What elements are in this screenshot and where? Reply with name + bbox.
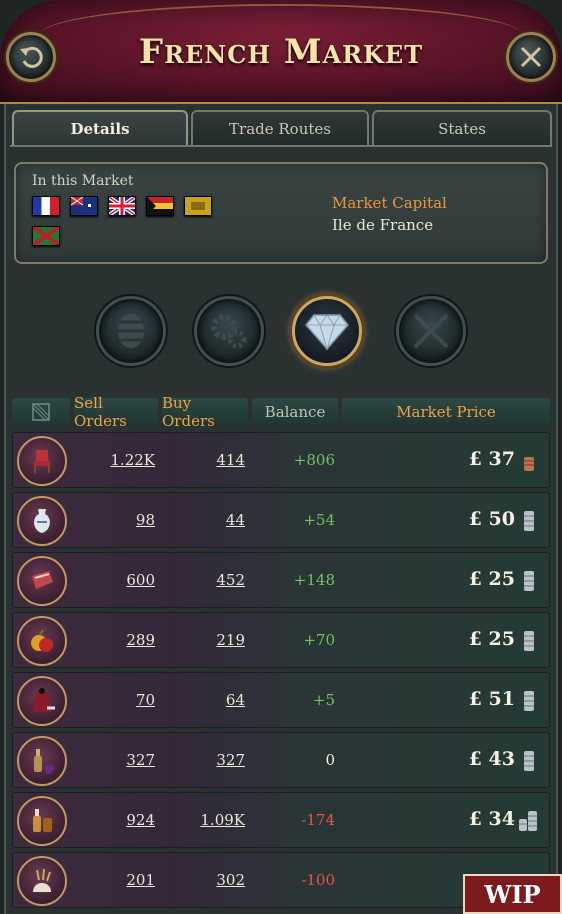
- flag-gold[interactable]: [184, 196, 212, 216]
- buy-orders-value[interactable]: 452: [163, 571, 245, 589]
- goods-row[interactable]: 98 44 +54 £ 50: [12, 492, 550, 548]
- coin-stack-icon: [524, 511, 534, 531]
- back-arrow-icon: [20, 46, 43, 68]
- market-price-value: £ 37: [468, 448, 515, 470]
- balance-value: 0: [325, 751, 335, 769]
- buy-orders-value[interactable]: 327: [163, 751, 245, 769]
- buy-orders-value[interactable]: 1.09K: [163, 811, 245, 829]
- porcelain-icon: [17, 496, 67, 546]
- buy-orders-value[interactable]: 302: [163, 871, 245, 889]
- balance-value: +5: [312, 691, 335, 709]
- goods-row[interactable]: 924 1.09K -174 £ 34: [12, 792, 550, 848]
- market-price-value: £ 34: [468, 808, 515, 830]
- furniture-icon: [17, 436, 67, 486]
- market-info-box: In this Market Market Capital Ile de Fra…: [14, 162, 548, 264]
- tab-states[interactable]: States: [372, 110, 552, 146]
- page-title: French Market: [138, 32, 424, 72]
- coin-stack-icon: [524, 751, 534, 771]
- market-capital-label: Market Capital: [332, 194, 447, 212]
- balance-value: -100: [301, 871, 335, 889]
- category-industrial-button[interactable]: [194, 296, 264, 366]
- buy-orders-value[interactable]: 44: [163, 511, 245, 529]
- tab-bar: Details Trade Routes States: [12, 110, 552, 146]
- meat-icon: [17, 556, 67, 606]
- market-price-value: £ 25: [468, 568, 515, 590]
- grain-icon: [17, 856, 67, 906]
- flag-france[interactable]: [32, 196, 60, 216]
- luxury-clothes-icon: [17, 676, 67, 726]
- sell-orders-value[interactable]: 70: [73, 691, 155, 709]
- sell-orders-value[interactable]: 924: [73, 811, 155, 829]
- market-price-value: £ 25: [468, 628, 515, 650]
- column-header-market-price[interactable]: Market Price: [342, 398, 550, 426]
- coin-stack-icon: [519, 811, 537, 831]
- close-button[interactable]: [506, 32, 556, 82]
- coin-stack-icon: [524, 691, 534, 711]
- balance-value: +148: [293, 571, 335, 589]
- market-capital-value[interactable]: Ile de France: [332, 216, 433, 234]
- column-header-buy-orders[interactable]: Buy Orders: [162, 394, 248, 430]
- diamond-icon: [305, 314, 349, 351]
- flag-union-jack[interactable]: [107, 195, 137, 217]
- balance-value: +806: [293, 451, 335, 469]
- barrel-icon: [118, 314, 144, 348]
- category-staples-button[interactable]: [96, 296, 166, 366]
- flag-striped[interactable]: [146, 196, 174, 216]
- column-header-balance[interactable]: Balance: [252, 398, 338, 426]
- goods-row[interactable]: 1.22K 414 +806 £ 37: [12, 432, 550, 488]
- buy-orders-value[interactable]: 64: [163, 691, 245, 709]
- wine-icon: [17, 736, 67, 786]
- sell-orders-value[interactable]: 289: [73, 631, 155, 649]
- goods-row[interactable]: 70 64 +5 £ 51: [12, 672, 550, 728]
- tab-trade-routes[interactable]: Trade Routes: [191, 110, 369, 146]
- coin-stack-icon: [524, 631, 534, 651]
- balance-value: +70: [303, 631, 335, 649]
- category-military-button[interactable]: [396, 296, 466, 366]
- column-header-goods[interactable]: [12, 398, 70, 426]
- crossed-swords-icon: [413, 313, 449, 349]
- flag-blue-cross[interactable]: [70, 196, 98, 216]
- market-price-value: £ 51: [468, 688, 515, 710]
- gears-icon: [211, 314, 247, 349]
- market-price-value: £ 43: [468, 748, 515, 770]
- flag-green-saltire[interactable]: [31, 225, 61, 247]
- close-icon: [520, 46, 542, 68]
- tab-divider: [10, 145, 552, 147]
- goods-row[interactable]: 327 327 0 £ 43: [12, 732, 550, 788]
- buy-orders-value[interactable]: 414: [163, 451, 245, 469]
- fruit-icon: [17, 616, 67, 666]
- sell-orders-value[interactable]: 600: [73, 571, 155, 589]
- buy-orders-value[interactable]: 219: [163, 631, 245, 649]
- in-market-label: In this Market: [32, 173, 134, 189]
- wip-badge: WIP: [463, 874, 562, 914]
- coin-stack-icon: [524, 457, 534, 471]
- sell-orders-value[interactable]: 98: [73, 511, 155, 529]
- goods-row[interactable]: 600 452 +148 £ 25: [12, 552, 550, 608]
- category-luxury-button[interactable]: [292, 296, 362, 366]
- balance-value: -174: [301, 811, 335, 829]
- goods-filter-icon: [32, 403, 50, 421]
- goods-row[interactable]: 289 219 +70 £ 25: [12, 612, 550, 668]
- sell-orders-value[interactable]: 327: [73, 751, 155, 769]
- sell-orders-value[interactable]: 201: [73, 871, 155, 889]
- sell-orders-value[interactable]: 1.22K: [73, 451, 155, 469]
- market-price-value: £ 50: [468, 508, 515, 530]
- liquor-icon: [17, 796, 67, 846]
- back-button[interactable]: [6, 32, 56, 82]
- balance-value: +54: [303, 511, 335, 529]
- column-header-sell-orders[interactable]: Sell Orders: [74, 394, 158, 430]
- tab-details[interactable]: Details: [12, 110, 188, 146]
- coin-stack-icon: [524, 571, 534, 591]
